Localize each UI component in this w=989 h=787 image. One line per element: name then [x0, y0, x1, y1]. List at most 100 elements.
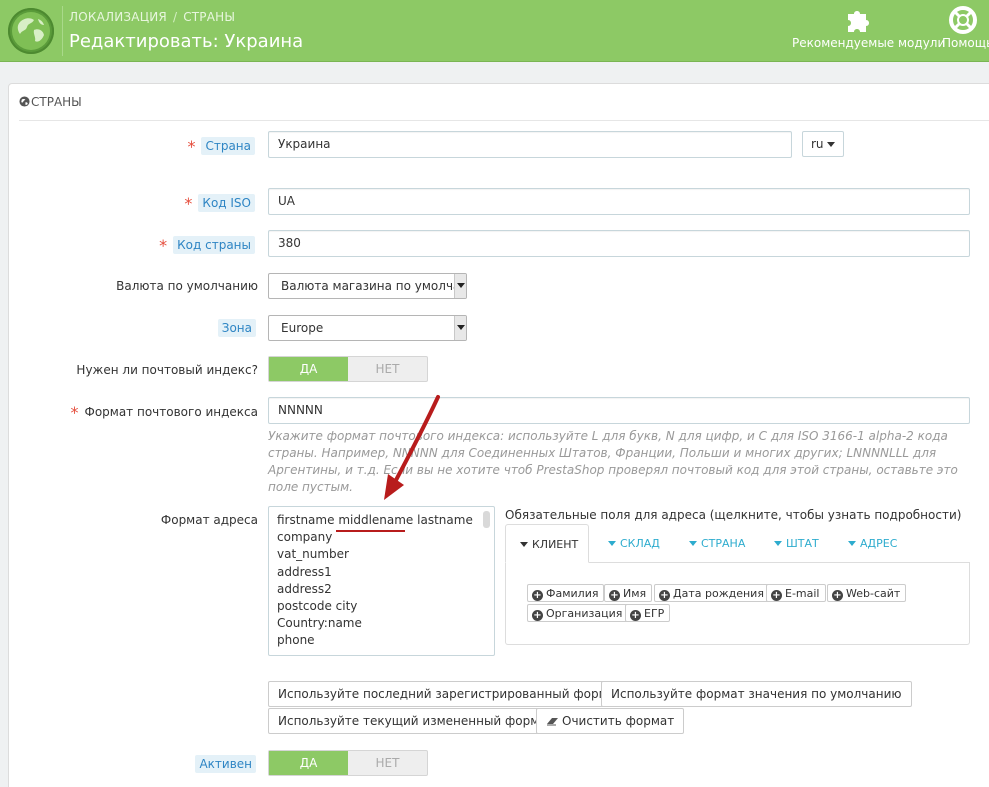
zip-format-label-row: * Формат почтового индекса [70, 403, 258, 422]
currency-label: Валюта по умолчанию [116, 279, 258, 293]
field-button-firstname[interactable]: + Имя [604, 584, 653, 602]
address-format-textarea[interactable]: firstname middlename lastname company va… [268, 506, 495, 656]
zone-value: Europe [281, 321, 324, 335]
breadcrumb-separator: / [172, 10, 178, 24]
country-label-row: * Страна [187, 137, 255, 156]
breadcrumb-localization[interactable]: ЛОКАЛИЗАЦИЯ [69, 10, 167, 24]
address-line: address2 [277, 581, 332, 596]
globe-icon[interactable] [8, 8, 54, 54]
required-fields-tabs: КЛИЕНТ СКЛАД СТРАНА ШТАТ АДРЕС [505, 524, 970, 563]
page-title: Редактировать: Украина [69, 31, 304, 52]
need-zip-yes[interactable]: ДА [269, 357, 348, 381]
active-label-row: Активен [195, 755, 256, 773]
caret-down-icon [774, 541, 782, 546]
recommended-modules-label: Рекомендуемые модули [792, 36, 946, 50]
textarea-scrollbar[interactable] [483, 511, 490, 529]
need-zip-no[interactable]: НЕТ [348, 357, 427, 381]
field-button-label: Фамилия [546, 587, 599, 600]
zone-label: Зона [217, 319, 256, 337]
iso-label: Код ISO [198, 194, 255, 212]
required-star: * [159, 236, 168, 255]
caret-down-icon [520, 542, 528, 547]
field-button-birthday[interactable]: + Дата рождения [654, 584, 770, 602]
address-format-label: Формат адреса [160, 513, 258, 527]
caret-down-icon [689, 541, 697, 546]
breadcrumb-countries[interactable]: СТРАНЫ [183, 10, 235, 24]
zip-format-help: Укажите формат почтового индекса: исполь… [268, 429, 958, 494]
country-input[interactable]: Украина [268, 131, 792, 158]
help-label: Помощь [942, 36, 989, 50]
field-button-label: E-mail [785, 587, 820, 600]
plus-circle-icon: + [659, 590, 670, 601]
tab-client[interactable]: КЛИЕНТ [505, 524, 589, 563]
active-yes[interactable]: ДА [269, 751, 348, 775]
field-button-email[interactable]: + E-mail [766, 584, 826, 602]
tab-country[interactable]: СТРАНА [689, 524, 745, 563]
address-token-middlename: middlename [338, 513, 414, 527]
plus-circle-icon: + [832, 590, 843, 601]
call-prefix-label-row: * Код страны [159, 236, 255, 255]
call-prefix-label: Код страны [173, 236, 255, 254]
field-button-label: Организация [546, 607, 623, 620]
field-button-lastname[interactable]: + Фамилия [527, 584, 605, 602]
iso-label-row: * Код ISO [184, 194, 255, 213]
field-button-label: ЕГР [644, 607, 665, 620]
caret-down-icon [848, 541, 856, 546]
plus-circle-icon: + [532, 590, 543, 601]
required-star: * [187, 137, 196, 156]
language-dropdown[interactable]: ru [802, 131, 844, 157]
tab-label: АДРЕС [860, 537, 898, 550]
panel-heading: СТРАНЫ [19, 93, 989, 121]
address-line: phone [277, 633, 315, 648]
tab-warehouse[interactable]: СКЛАД [608, 524, 660, 563]
breadcrumb: ЛОКАЛИЗАЦИЯ / СТРАНЫ [69, 10, 235, 24]
tab-label: ШТАТ [786, 537, 819, 550]
field-button-website[interactable]: + Web-сайт [827, 584, 907, 602]
address-token-firstname: firstname [277, 513, 335, 527]
lifebuoy-icon [949, 6, 977, 34]
plus-circle-icon: + [609, 590, 620, 601]
zip-format-label: Формат почтового индекса [84, 405, 258, 419]
required-fields-title: Обязательные поля для адреса (щелкните, … [505, 508, 962, 522]
currency-select[interactable]: Валюта магазина по умолчанию [268, 273, 467, 299]
address-line: firstname middlename lastname [277, 513, 486, 530]
use-last-registered-format-button[interactable]: Используйте последний зарегистрированный… [268, 681, 632, 707]
plus-circle-icon: + [771, 590, 782, 601]
active-no[interactable]: НЕТ [348, 751, 427, 775]
caret-down-icon [608, 541, 616, 546]
active-label: Активен [195, 755, 256, 773]
field-button-company[interactable]: + Организация [527, 604, 629, 622]
required-star: * [70, 403, 79, 422]
field-button-label: Имя [623, 587, 647, 600]
header-divider [62, 6, 63, 56]
plus-circle-icon: + [630, 610, 641, 621]
field-button-label: Дата рождения [673, 587, 764, 600]
need-zip-label: Нужен ли почтовый индекс? [76, 363, 258, 377]
zone-label-row: Зона [217, 319, 256, 337]
field-button-egr[interactable]: + ЕГР [625, 604, 671, 622]
active-toggle[interactable]: ДА НЕТ [268, 750, 428, 776]
call-prefix-input[interactable]: 380 [268, 230, 970, 257]
puzzle-icon [848, 11, 869, 32]
tab-label: КЛИЕНТ [532, 538, 579, 551]
zone-select[interactable]: Europe [268, 315, 467, 341]
plus-circle-icon: + [532, 610, 543, 621]
address-line: postcode city [277, 598, 358, 613]
currency-value: Валюта магазина по умолчанию [281, 279, 467, 293]
zip-format-input[interactable]: NNNNN [268, 397, 970, 424]
caret-down-icon [826, 142, 835, 147]
address-line: Country:name [277, 616, 362, 631]
use-current-format-button[interactable]: Используйте текущий измененный формат [268, 708, 564, 734]
clear-format-button[interactable]: Очистить формат [536, 708, 685, 734]
address-line: address1 [277, 564, 332, 579]
tab-address[interactable]: АДРЕС [848, 524, 897, 563]
country-label: Страна [201, 137, 255, 155]
required-fields-content: + Фамилия + Имя + Дата рождения + E-mail + We… [505, 563, 970, 645]
field-button-label: Web-сайт [846, 587, 901, 600]
need-zip-toggle[interactable]: ДА НЕТ [268, 356, 428, 382]
use-default-format-button[interactable]: Используйте формат значения по умолчанию [601, 681, 912, 707]
tab-state[interactable]: ШТАТ [774, 524, 819, 563]
iso-code-input[interactable]: UA [268, 188, 970, 215]
panel-title: СТРАНЫ [31, 95, 82, 109]
address-line: company [277, 530, 333, 545]
